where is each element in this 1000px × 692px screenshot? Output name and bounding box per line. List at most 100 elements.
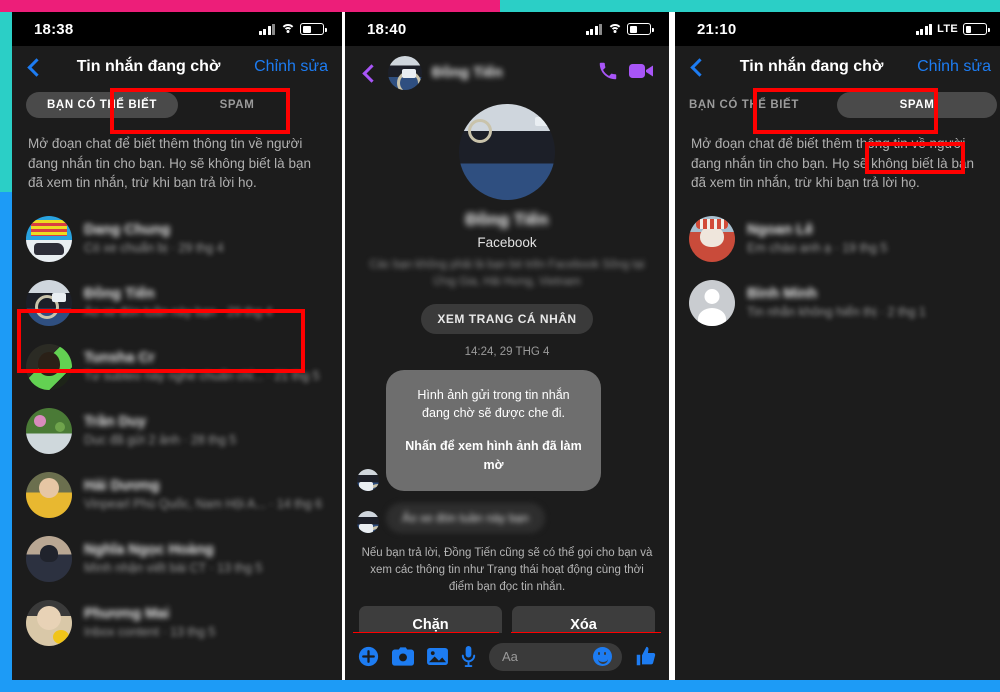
navigation-bar: Tin nhắn đang chờ Chỉnh sửa bbox=[12, 46, 342, 86]
list-item[interactable]: Nghĩa Ngọc Hoàng Mình nhận viết bài CT ·… bbox=[12, 527, 342, 591]
sender-avatar bbox=[357, 510, 379, 533]
contact-name: Đồng Tiến bbox=[84, 286, 155, 303]
woman-avatar bbox=[26, 599, 72, 646]
contact-name: Trần Duy bbox=[84, 414, 147, 431]
contact-name: Hải Dương bbox=[84, 478, 160, 495]
message-preview: Tư subteo này nghe chuẩn chỉ... · 21 thg… bbox=[84, 369, 320, 384]
camera-icon[interactable] bbox=[392, 647, 414, 666]
screenshot-canvas: 18:38 Tin nhắn đang chờ Chỉnh sửa BẠN CÓ… bbox=[0, 0, 1000, 692]
tab-you-may-know[interactable]: BẠN CÓ THỂ BIẾT bbox=[26, 92, 178, 118]
tab-you-may-know[interactable]: BẠN CÓ THỂ BIẾT bbox=[689, 92, 807, 118]
profile-avatar[interactable] bbox=[459, 104, 555, 200]
tab-spam[interactable]: SPAM bbox=[837, 92, 997, 118]
contact-name: Ngoan Lê bbox=[747, 222, 814, 239]
flower-avatar bbox=[26, 407, 72, 454]
status-bar: 18:38 bbox=[12, 12, 342, 46]
battery-icon bbox=[627, 23, 654, 35]
signal-bars-icon bbox=[915, 23, 933, 35]
app-screen: Đồng Tiến Đồng Tiến Facebook Các bạn khô… bbox=[345, 46, 669, 680]
page-title: Tin nhắn đang chờ bbox=[76, 58, 221, 75]
battery-icon bbox=[300, 23, 327, 35]
back-chevron-icon[interactable] bbox=[690, 57, 709, 77]
frame-strip-pink-top-left bbox=[0, 0, 500, 12]
network-label: LTE bbox=[937, 23, 958, 35]
video-camera-icon[interactable] bbox=[629, 61, 655, 86]
status-bar: 18:40 bbox=[345, 12, 669, 46]
smiley-emoji-icon[interactable] bbox=[593, 647, 612, 666]
navigation-bar: Tin nhắn đang chờ Chỉnh sửa bbox=[675, 46, 1000, 86]
message-preview: Duc đã gửi 2 ảnh · 28 thg 5 bbox=[84, 433, 237, 448]
list-item[interactable]: Đồng Tiến Ảo xe đón tuần này bạn · 29 th… bbox=[12, 271, 342, 335]
panel-pending-messages-list: 18:38 Tin nhắn đang chờ Chỉnh sửa BẠN CÓ… bbox=[12, 12, 342, 680]
man-avatar bbox=[26, 535, 72, 582]
contact-name: Tunsha Cr bbox=[84, 350, 155, 367]
contact-name: Dang Chung bbox=[84, 222, 171, 239]
list-item[interactable]: Hải Dương Vinpearl Phú Quốc, Nam Hội A..… bbox=[12, 463, 342, 527]
status-time: 18:40 bbox=[367, 20, 407, 38]
conversation-title: Đồng Tiến bbox=[432, 65, 503, 81]
plus-circle-icon[interactable] bbox=[358, 646, 379, 667]
frame-strip-blue-bottom bbox=[0, 680, 1000, 692]
view-profile-button[interactable]: XEM TRANG CÁ NHÂN bbox=[421, 303, 593, 334]
message-input-placeholder: Aa bbox=[502, 649, 518, 664]
list-item[interactable]: Ngoan Lê Em chào anh ạ · 19 thg 5 bbox=[675, 207, 1000, 271]
list-item[interactable]: Tunsha Cr Tư subteo này nghe chuẩn chỉ..… bbox=[12, 335, 342, 399]
wifi-icon bbox=[607, 23, 622, 35]
back-chevron-icon[interactable] bbox=[27, 57, 46, 77]
message-input[interactable]: Aa bbox=[489, 642, 622, 671]
message-preview: Vinpearl Phú Quốc, Nam Hội A... · 14 thg… bbox=[84, 497, 323, 512]
app-screen: Tin nhắn đang chờ Chỉnh sửa BẠN CÓ THỂ B… bbox=[675, 46, 1000, 680]
list-item[interactable]: Phương Mai Inbox content · 13 thg 5 bbox=[12, 591, 342, 655]
page-title: Tin nhắn đang chờ bbox=[739, 58, 884, 75]
tab-spam[interactable]: SPAM bbox=[178, 92, 296, 118]
blurred-message-bubble[interactable]: Ảo xe đón tuần này bạn bbox=[386, 502, 545, 533]
car-avatar bbox=[26, 279, 72, 326]
conversation-header: Đồng Tiến bbox=[345, 46, 669, 100]
profile-card: Đồng Tiến Facebook Các bạn không phải là… bbox=[345, 100, 669, 358]
hidden-image-bubble[interactable]: Hình ảnh gửi trong tin nhắn đang chờ sẽ … bbox=[386, 369, 601, 491]
frame-strip-blue-left bbox=[0, 192, 12, 692]
tab-bar: BẠN CÓ THỂ BIẾT SPAM bbox=[12, 86, 342, 130]
van-avatar bbox=[26, 215, 72, 262]
profile-description: Các bạn không phải là bạn bè trên Facebo… bbox=[369, 259, 645, 289]
default-person-avatar bbox=[689, 279, 735, 326]
message-preview: Inbox content · 13 thg 5 bbox=[84, 625, 216, 640]
message-row-blurred: Ảo xe đón tuần này bạn bbox=[345, 502, 669, 533]
edit-button[interactable]: Chỉnh sửa bbox=[254, 58, 328, 76]
profile-name: Đồng Tiến bbox=[465, 210, 549, 229]
back-chevron-icon[interactable] bbox=[362, 63, 381, 83]
message-preview: Có xe chuẩn bị · 29 thg 4 bbox=[84, 241, 224, 256]
image-gallery-icon[interactable] bbox=[427, 647, 448, 666]
edit-button[interactable]: Chỉnh sửa bbox=[917, 58, 991, 76]
app-screen: Tin nhắn đang chờ Chỉnh sửa BẠN CÓ THỂ B… bbox=[12, 46, 342, 680]
message-composer: Aa bbox=[345, 633, 669, 680]
reply-warning-text: Nếu bạn trả lời, Đồng Tiến cũng sẽ có th… bbox=[361, 546, 653, 594]
status-bar: 21:10 LTE bbox=[675, 12, 1000, 46]
signal-bars-icon bbox=[585, 23, 602, 35]
tab-bar: BẠN CÓ THỂ BIẾT SPAM bbox=[675, 86, 1000, 130]
list-item[interactable]: Trần Duy Duc đã gửi 2 ảnh · 28 thg 5 bbox=[12, 399, 342, 463]
message-timestamp: 14:24, 29 THG 4 bbox=[464, 345, 550, 358]
hidden-image-line-1: Hình ảnh gửi trong tin nhắn đang chờ sẽ … bbox=[417, 387, 570, 421]
green-avatar bbox=[26, 343, 72, 390]
message-preview: Em chào anh ạ · 19 thg 5 bbox=[747, 241, 888, 256]
phone-call-icon[interactable] bbox=[597, 60, 619, 87]
message-row-hidden-image: Hình ảnh gửi trong tin nhắn đang chờ sẽ … bbox=[345, 369, 669, 491]
info-blurb: Mở đoạn chat để biết thêm thông tin về n… bbox=[691, 136, 974, 191]
battery-icon bbox=[963, 23, 990, 35]
panel-conversation-detail: 18:40 Đồng Tiến Đồng Tiến Facebook Các b… bbox=[342, 12, 672, 680]
panel-spam-messages-list: 21:10 LTE Tin nhắn đang chờ Chỉnh sửa BẠ… bbox=[675, 12, 1000, 680]
profile-source: Facebook bbox=[477, 235, 537, 250]
thumbs-up-icon[interactable] bbox=[635, 646, 656, 667]
contact-name: Phương Mai bbox=[84, 606, 170, 623]
message-preview: Tin nhắn không hiển thị · 2 thg 1 bbox=[747, 305, 926, 320]
message-preview: Mình nhận viết bài CT · 13 thg 5 bbox=[84, 561, 263, 576]
list-item[interactable]: Bình Minh Tin nhắn không hiển thị · 2 th… bbox=[675, 271, 1000, 335]
frame-strip-teal-left bbox=[0, 12, 12, 192]
hidden-image-line-2: Nhấn để xem hình ảnh đã làm mờ bbox=[405, 439, 582, 472]
microphone-icon[interactable] bbox=[461, 646, 476, 667]
list-item[interactable]: Dang Chung Có xe chuẩn bị · 29 thg 4 bbox=[12, 207, 342, 271]
contact-avatar[interactable] bbox=[388, 56, 422, 90]
cat-avatar bbox=[689, 215, 735, 262]
status-time: 18:38 bbox=[34, 20, 74, 38]
